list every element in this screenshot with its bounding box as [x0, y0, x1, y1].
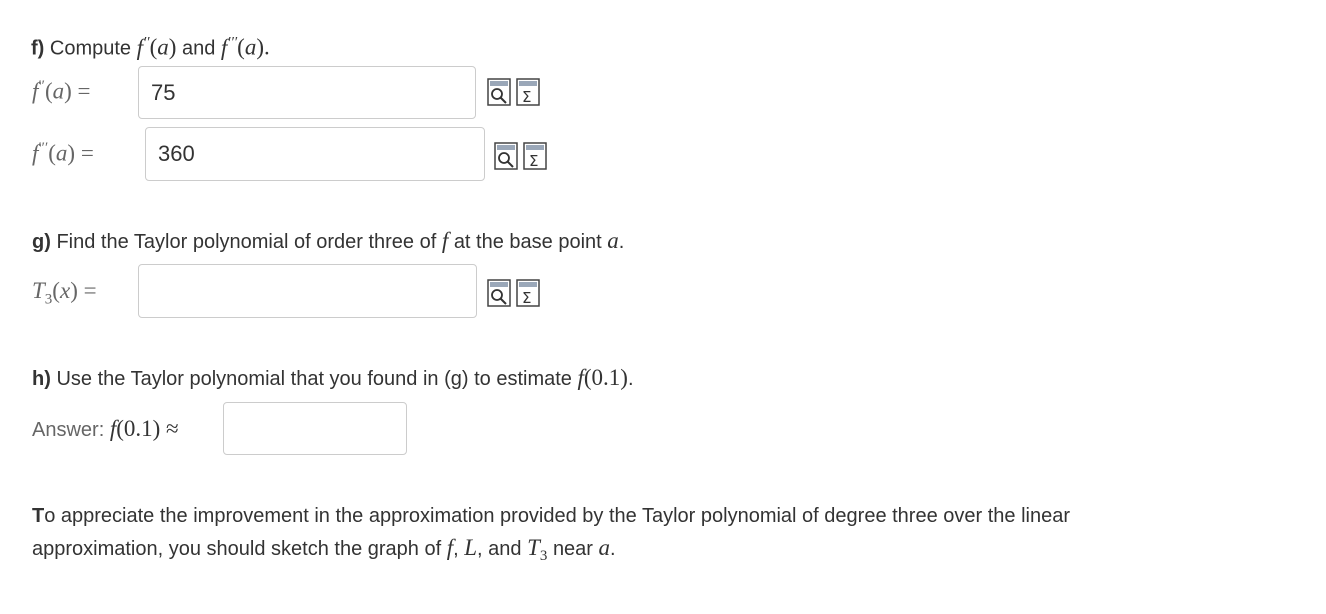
part-h-prompt: h) Use the Taylor polynomial that you fo…: [32, 365, 634, 390]
taylor-polynomial-input[interactable]: [138, 264, 477, 318]
part-g-prompt: g) Find the Taylor polynomial of order t…: [32, 228, 625, 253]
f-second-derivative-label: f′′(a) =: [32, 78, 91, 104]
sketch-note: To appreciate the improvement in the app…: [32, 505, 1070, 564]
note-line-2: approximation, you should sketch the gra…: [32, 538, 442, 560]
math-f-third-derivative: f′′′: [220, 34, 238, 60]
part-g-text: Find the Taylor polynomial of order thre…: [56, 231, 437, 253]
math-f-second-derivative: f′′: [136, 34, 150, 60]
part-g-label: g): [32, 231, 51, 253]
part-f-text: Compute: [49, 37, 132, 60]
part-h-label: h): [32, 368, 51, 390]
f-third-derivative-value: 360: [158, 141, 195, 166]
part-h-text: Use the Taylor polynomial that you found…: [56, 368, 572, 390]
part-f-and: and: [181, 37, 216, 60]
part-f-label: f): [31, 37, 45, 60]
part-h-answer-label: Answer: f(0.1) ≈: [32, 416, 179, 441]
f-third-derivative-label: f′′′(a) =: [32, 140, 94, 166]
f-second-derivative-input[interactable]: 75: [138, 66, 476, 119]
svg-text:Σ: Σ: [529, 152, 538, 170]
estimate-input[interactable]: [223, 402, 407, 455]
equation-editor-icon[interactable]: Σ: [516, 78, 540, 106]
equation-editor-icon[interactable]: Σ: [523, 142, 547, 170]
part-g-text-after: at the base point: [453, 231, 602, 253]
preview-icon[interactable]: [487, 279, 511, 307]
taylor-polynomial-label: T3(x) =: [32, 278, 97, 308]
part-f-prompt: f) Compute f′′(a) and f′′′(a).: [31, 34, 270, 60]
svg-text:Σ: Σ: [522, 289, 531, 307]
preview-icon[interactable]: [494, 142, 518, 170]
f-second-derivative-value: 75: [151, 79, 176, 105]
equation-editor-icon[interactable]: Σ: [516, 279, 540, 307]
f-third-derivative-input[interactable]: 360: [145, 127, 485, 181]
svg-text:Σ: Σ: [522, 88, 531, 106]
note-line-1: o appreciate the improvement in the appr…: [44, 505, 1070, 527]
note-first-letter: T: [32, 505, 45, 527]
preview-icon[interactable]: [487, 78, 511, 106]
